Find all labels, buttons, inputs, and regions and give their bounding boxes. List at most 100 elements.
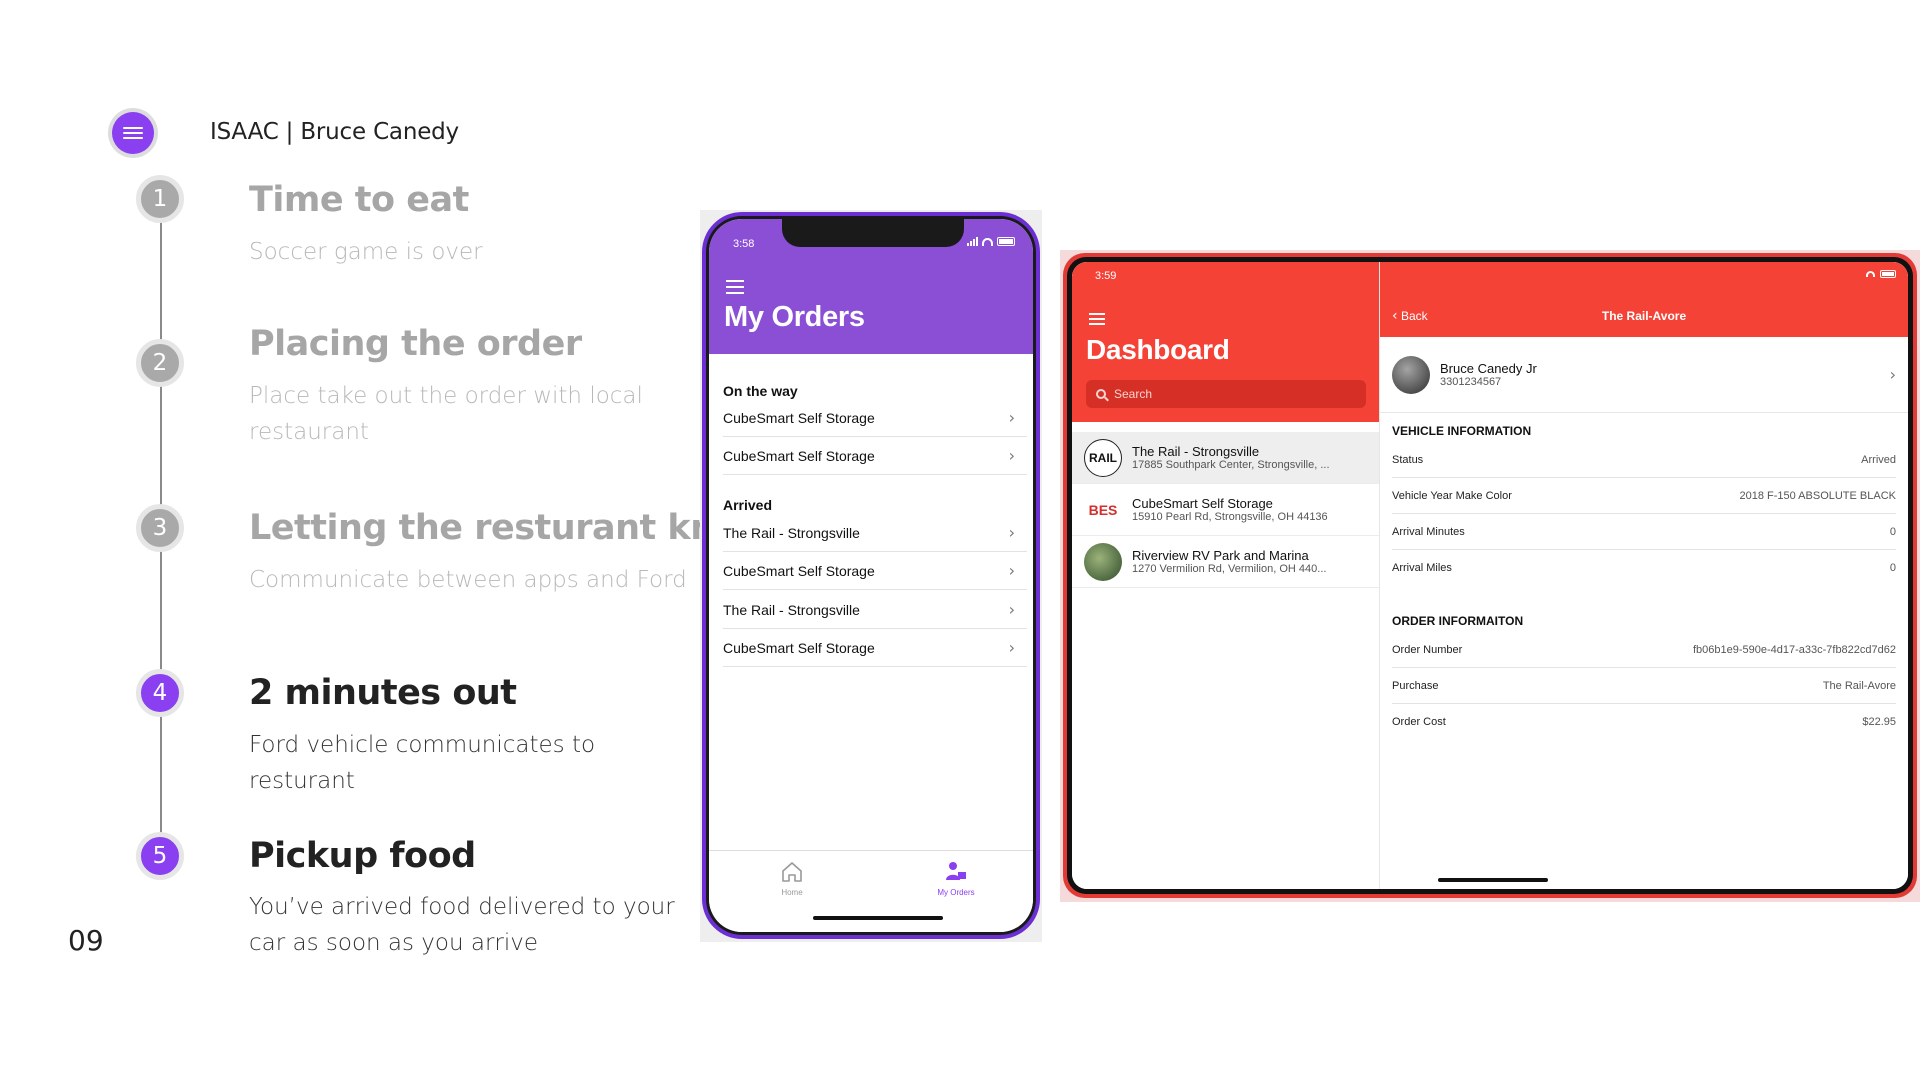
section-arrived: Arrived (723, 497, 773, 513)
chevron-right-icon: › (1889, 365, 1896, 384)
chevron-right-icon: › (1008, 523, 1015, 542)
vehicle-info-value: Arrived (1861, 453, 1896, 466)
orders-icon (916, 859, 996, 885)
step-3-title: Letting the resturant know (249, 508, 771, 548)
dashboard-menu-icon[interactable] (1089, 313, 1105, 328)
vehicle-info-value: 0 (1889, 562, 1896, 574)
detail-panel: The Rail-Avore ‹ Back Bruce Canedy Jr 33… (1380, 262, 1908, 889)
tablet-mockup: 3:59 Dashboard Search RAIL The Rail - St… (1063, 253, 1917, 898)
step-2-subtitle: Place take out the order with local rest… (249, 383, 643, 445)
phone-status-icons (967, 237, 1015, 246)
order-row-label: CubeSmart Self Storage (723, 409, 875, 426)
page-number: 09 (68, 924, 104, 957)
order-row[interactable]: CubeSmart Self Storage › (723, 552, 1027, 590)
step-1-badge: 1 (136, 175, 184, 223)
phone-notch (782, 219, 964, 247)
dashboard-title: Dashboard (1086, 334, 1230, 365)
order-row[interactable]: The Rail - Strongsville › (723, 591, 1027, 629)
location-name: The Rail - Strongsville (1132, 444, 1260, 459)
tablet-clock: 3:59 (1095, 270, 1117, 282)
tab-my-orders-label: My Orders (937, 888, 975, 897)
order-info-value: $22.95 (1862, 716, 1896, 728)
order-info-key: Purchase (1392, 679, 1439, 692)
vehicle-info-value: 2018 F-150 ABSOLUTE BLACK (1739, 489, 1896, 502)
location-address: 17885 Southpark Center, Strongsville, ..… (1132, 459, 1330, 471)
phone-page-title: My Orders (724, 301, 865, 333)
vehicle-info-row: Arrival Minutes 0 (1392, 514, 1896, 550)
vehicle-info-row: Status Arrived (1392, 442, 1896, 478)
location-name: Riverview RV Park and Marina (1132, 548, 1309, 563)
order-row-label: The Rail - Strongsville (723, 601, 860, 618)
step-2-badge: 2 (136, 339, 184, 387)
step-3-badge: 3 (136, 504, 184, 552)
back-button[interactable]: ‹ Back (1392, 308, 1428, 324)
step-5-badge: 5 (136, 832, 184, 880)
customer-name: Bruce Canedy Jr (1440, 361, 1537, 376)
vehicle-info-key: Vehicle Year Make Color (1392, 489, 1512, 502)
tab-home-label: Home (781, 888, 803, 897)
order-row[interactable]: CubeSmart Self Storage › (723, 629, 1027, 667)
customer-row[interactable]: Bruce Canedy Jr 3301234567 › (1380, 337, 1908, 413)
step-5-title: Pickup food (249, 836, 476, 876)
section-on-the-way: On the way (723, 383, 798, 399)
signal-icon (967, 237, 978, 246)
chevron-right-icon: › (1008, 600, 1015, 619)
chevron-right-icon: › (1008, 408, 1015, 427)
step-2-title: Placing the order (249, 324, 582, 364)
phone-tab-bar: Home My Orders (709, 850, 1033, 932)
step-3-subtitle: Communicate between apps and Ford (249, 567, 687, 593)
search-placeholder: Search (1114, 387, 1153, 401)
home-indicator (1438, 878, 1548, 882)
location-row[interactable]: Riverview RV Park and Marina 1270 Vermil… (1072, 536, 1379, 588)
detail-title: The Rail-Avore (1601, 309, 1687, 323)
battery-icon (997, 237, 1015, 246)
detail-header: The Rail-Avore ‹ Back (1380, 262, 1908, 337)
order-row[interactable]: CubeSmart Self Storage › (723, 437, 1027, 475)
location-row[interactable]: BES CubeSmart Self Storage 15910 Pearl R… (1072, 484, 1379, 536)
hamburger-icon (123, 124, 143, 142)
step-1-subtitle: Soccer game is over (249, 239, 483, 265)
tab-my-orders[interactable]: My Orders (916, 859, 996, 897)
avatar (1392, 355, 1430, 394)
order-row-label: CubeSmart Self Storage (723, 639, 875, 656)
location-row[interactable]: RAIL The Rail - Strongsville 17885 South… (1072, 432, 1379, 484)
vehicle-info-key: Arrival Miles (1392, 562, 1452, 574)
order-row[interactable]: CubeSmart Self Storage › (723, 399, 1027, 437)
order-info-row: Purchase The Rail-Avore (1392, 668, 1896, 704)
search-icon (1096, 389, 1106, 399)
order-info-key: Order Cost (1392, 716, 1446, 728)
order-info-key: Order Number (1392, 643, 1463, 656)
tablet-screen: 3:59 Dashboard Search RAIL The Rail - St… (1072, 262, 1908, 889)
tablet-status-icons (1866, 270, 1896, 278)
order-row-label: CubeSmart Self Storage (723, 562, 875, 579)
chevron-right-icon: › (1008, 446, 1015, 465)
location-address: 1270 Vermilion Rd, Vermilion, OH 440... (1132, 563, 1327, 575)
order-info-row: Order Number fb06b1e9-590e-4d17-a33c-7fb… (1392, 632, 1896, 668)
location-thumb: RAIL (1084, 438, 1122, 477)
home-icon (752, 859, 832, 885)
vehicle-info-key: Status (1392, 453, 1424, 466)
wifi-icon (982, 237, 993, 246)
vehicle-info-row: Vehicle Year Make Color 2018 F-150 ABSOL… (1392, 478, 1896, 514)
home-indicator (813, 916, 943, 920)
location-address: 15910 Pearl Rd, Strongsville, OH 44136 (1132, 511, 1328, 523)
order-row-label: CubeSmart Self Storage (723, 447, 875, 464)
vehicle-info-key: Arrival Minutes (1392, 525, 1465, 538)
step-4-subtitle: Ford vehicle communicates to resturant (249, 732, 596, 794)
header-title: ISAAC | Bruce Canedy (210, 119, 459, 145)
chevron-right-icon: › (1008, 638, 1015, 657)
step-4-title: 2 minutes out (249, 673, 517, 713)
vehicle-info-heading: VEHICLE INFORMATION (1392, 424, 1532, 438)
step-5-subtitle: You’ve arrived food delivered to your ca… (249, 894, 675, 956)
order-row[interactable]: The Rail - Strongsville › (723, 514, 1027, 552)
order-info-row: Order Cost $22.95 (1392, 704, 1896, 740)
menu-button[interactable] (112, 112, 154, 154)
order-info-heading: ORDER INFORMAITON (1392, 614, 1524, 628)
search-input[interactable]: Search (1086, 380, 1366, 408)
tab-home[interactable]: Home (752, 859, 832, 897)
dashboard-panel: 3:59 Dashboard Search RAIL The Rail - St… (1072, 262, 1380, 889)
chevron-left-icon: ‹ (1392, 308, 1398, 324)
order-info-value: fb06b1e9-590e-4d17-a33c-7fb822cd7d62 (1692, 643, 1896, 656)
step-1-title: Time to eat (249, 180, 469, 220)
phone-menu-icon[interactable] (726, 280, 744, 298)
